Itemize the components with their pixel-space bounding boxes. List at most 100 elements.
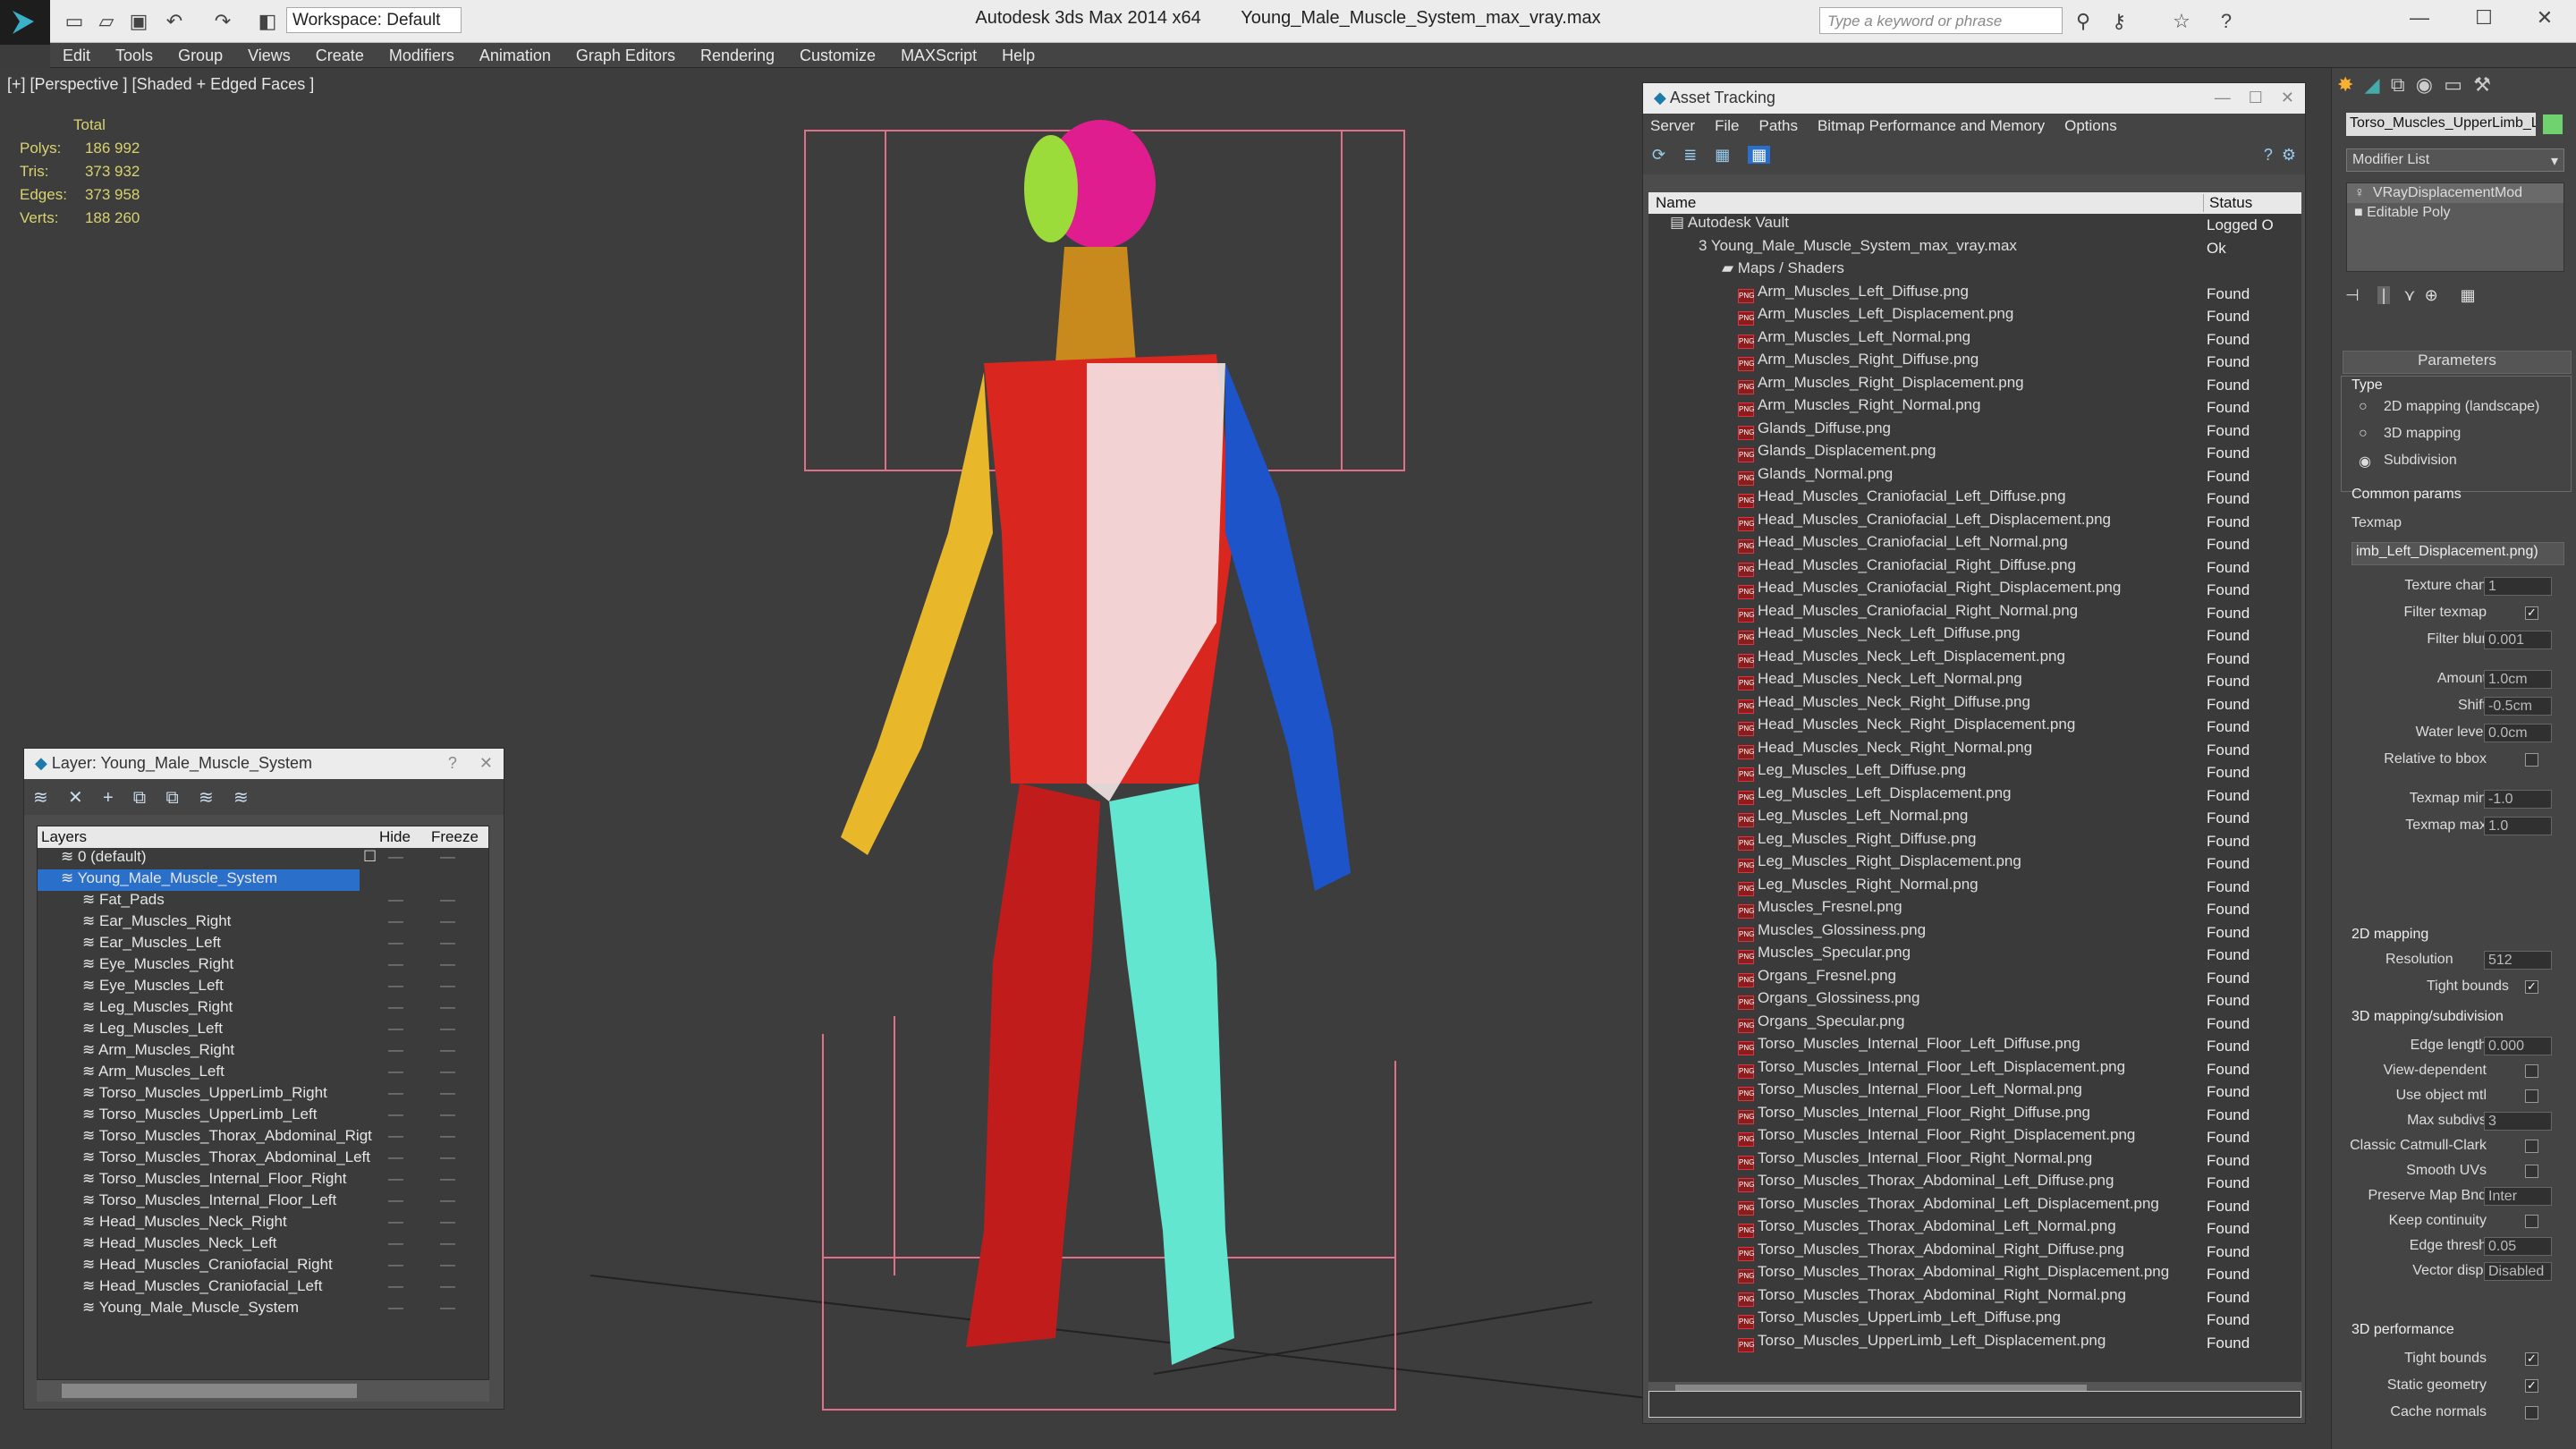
- asset-row[interactable]: PNG Organs_Glossiness.png Found: [1648, 989, 2301, 1013]
- motion-tab-icon[interactable]: ◉: [2416, 73, 2433, 96]
- freeze-toggle[interactable]: —: [440, 1234, 455, 1252]
- asset-row[interactable]: PNG Head_Muscles_Neck_Right_Displacement.…: [1648, 716, 2301, 739]
- maximize-icon[interactable]: ☐: [2470, 5, 2497, 30]
- hide-toggle[interactable]: —: [388, 1020, 403, 1038]
- asset-row[interactable]: PNG Glands_Diffuse.png Found: [1648, 419, 2301, 442]
- hide-toggle[interactable]: —: [388, 998, 403, 1016]
- freeze-toggle[interactable]: —: [440, 977, 455, 995]
- asset-row[interactable]: PNG Muscles_Specular.png Found: [1648, 944, 2301, 967]
- modifier-list-dropdown[interactable]: Modifier List ▾: [2346, 148, 2564, 172]
- resolution-spinner[interactable]: 512: [2484, 951, 2552, 970]
- asset-row[interactable]: PNG Head_Muscles_Neck_Left_Normal.png Foun…: [1648, 670, 2301, 693]
- freeze-toggle[interactable]: —: [440, 1256, 455, 1274]
- freeze-toggle[interactable]: —: [440, 1127, 455, 1145]
- asset-row[interactable]: PNG Head_Muscles_Craniofacial_Left_Diffus…: [1648, 487, 2301, 511]
- asset-row[interactable]: PNG Torso_Muscles_Thorax_Abdominal_Left_D…: [1648, 1195, 2301, 1217]
- asset-row[interactable]: PNG Arm_Muscles_Right_Displacement.png Fou…: [1648, 374, 2301, 396]
- hide-toggle[interactable]: —: [388, 1170, 403, 1188]
- freeze-toggle[interactable]: —: [440, 1277, 455, 1295]
- asset-menu-server[interactable]: Server: [1650, 117, 1695, 134]
- tight-bounds-checkbox[interactable]: ✓: [2525, 980, 2538, 994]
- param-spinner[interactable]: 1.0cm: [2484, 670, 2552, 689]
- freeze-toggle[interactable]: —: [440, 891, 455, 909]
- menu-create[interactable]: Create: [303, 47, 377, 65]
- close-icon[interactable]: ✕: [2531, 5, 2558, 30]
- asset-row[interactable]: PNG Torso_Muscles_Internal_Floor_Left_Dis…: [1648, 1058, 2301, 1080]
- layer-row[interactable]: ≋ Eye_Muscles_Left — —: [38, 977, 488, 998]
- hide-toggle[interactable]: —: [388, 1191, 403, 1209]
- freeze-toggle[interactable]: —: [440, 912, 455, 930]
- layer-row[interactable]: ≋ Torso_Muscles_Internal_Floor_Right — —: [38, 1170, 488, 1191]
- menu-help[interactable]: Help: [989, 47, 1047, 65]
- asset-row[interactable]: PNG Head_Muscles_Craniofacial_Right_Norma…: [1648, 602, 2301, 624]
- hide-toggle[interactable]: —: [388, 934, 403, 952]
- layer-row[interactable]: ≋ Ear_Muscles_Right — —: [38, 912, 488, 934]
- asset-menu-bitmap-performance-and-memory[interactable]: Bitmap Performance and Memory: [1818, 117, 2045, 134]
- layer-row[interactable]: ≋ Torso_Muscles_Thorax_Abdominal_Left — —: [38, 1148, 488, 1170]
- asset-row[interactable]: PNG Glands_Displacement.png Found: [1648, 442, 2301, 465]
- layer-row[interactable]: ≋ Leg_Muscles_Right — —: [38, 998, 488, 1020]
- freeze-toggle[interactable]: —: [440, 1148, 455, 1166]
- object-name-field[interactable]: Torso_Muscles_UpperLimb_Le: [2346, 113, 2536, 136]
- asset-row[interactable]: PNG Head_Muscles_Neck_Left_Displacement.p…: [1648, 648, 2301, 670]
- radio-type-option[interactable]: ○: [2359, 426, 2368, 442]
- param-spinner[interactable]: 0.000: [2484, 1037, 2552, 1055]
- create-tab-icon[interactable]: ✸: [2337, 73, 2353, 96]
- delete-layer-icon[interactable]: ✕: [68, 788, 83, 808]
- param-checkbox[interactable]: [2525, 1165, 2538, 1178]
- asset-row[interactable]: PNG Leg_Muscles_Right_Diffuse.png Found: [1648, 830, 2301, 852]
- param-checkbox[interactable]: ✓: [2525, 1352, 2538, 1366]
- asset-row[interactable]: PNG Organs_Specular.png Found: [1648, 1013, 2301, 1035]
- asset-row[interactable]: PNG Torso_Muscles_Thorax_Abdominal_Right_…: [1648, 1241, 2301, 1263]
- asset-row[interactable]: PNG Torso_Muscles_Internal_Floor_Right_No…: [1648, 1149, 2301, 1172]
- star-icon[interactable]: ☆: [2168, 9, 2195, 34]
- search-input[interactable]: Type a keyword or phrase: [1819, 7, 2063, 34]
- asset-menu-paths[interactable]: Paths: [1758, 117, 1797, 134]
- menu-customize[interactable]: Customize: [787, 47, 888, 65]
- menu-group[interactable]: Group: [165, 47, 235, 65]
- table-view-icon[interactable]: ▦: [1715, 146, 1730, 164]
- asset-row[interactable]: PNG Arm_Muscles_Left_Displacement.png Foun…: [1648, 305, 2301, 328]
- hide-toggle[interactable]: —: [388, 1041, 403, 1059]
- freeze-toggle[interactable]: —: [440, 998, 455, 1016]
- asset-row[interactable]: PNG Head_Muscles_Neck_Right_Diffuse.png Fo…: [1648, 693, 2301, 716]
- asset-row[interactable]: PNG Torso_Muscles_Internal_Floor_Left_Nor…: [1648, 1080, 2301, 1104]
- asset-row[interactable]: PNG Leg_Muscles_Right_Normal.png Found: [1648, 876, 2301, 898]
- param-spinner[interactable]: Inter: [2484, 1187, 2552, 1206]
- layer-row[interactable]: ≋ Head_Muscles_Craniofacial_Right — —: [38, 1256, 488, 1277]
- layer-row[interactable]: ≋ Arm_Muscles_Right — —: [38, 1041, 488, 1063]
- asset-row[interactable]: PNG Torso_Muscles_Internal_Floor_Right_Di…: [1648, 1104, 2301, 1126]
- layer-scrollbar[interactable]: [37, 1380, 489, 1402]
- param-spinner[interactable]: 1.0: [2484, 817, 2552, 835]
- hide-toggle[interactable]: —: [388, 891, 403, 909]
- menu-edit[interactable]: Edit: [50, 47, 103, 65]
- layer-row[interactable]: ≋ Torso_Muscles_Internal_Floor_Left — —: [38, 1191, 488, 1213]
- select-layer-icon[interactable]: ⧉: [133, 788, 146, 808]
- layer-row[interactable]: ≋ Head_Muscles_Neck_Right — —: [38, 1213, 488, 1234]
- asset-row[interactable]: PNG Head_Muscles_Craniofacial_Right_Displ…: [1648, 579, 2301, 602]
- menu-maxscript[interactable]: MAXScript: [888, 47, 989, 65]
- object-color-swatch[interactable]: [2543, 114, 2563, 134]
- asset-row[interactable]: PNG Head_Muscles_Neck_Left_Diffuse.png Fou…: [1648, 624, 2301, 648]
- param-spinner[interactable]: 0.0cm: [2484, 724, 2552, 742]
- add-layer-icon[interactable]: +: [103, 788, 114, 808]
- param-checkbox[interactable]: [2525, 1406, 2538, 1419]
- current-layer-icon[interactable]: ☐: [363, 848, 377, 866]
- freeze-toggle[interactable]: —: [440, 1170, 455, 1188]
- hide-toggle[interactable]: —: [388, 1256, 403, 1274]
- asset-row-vault[interactable]: ▤ Autodesk Vault Logged O: [1648, 214, 2301, 237]
- help-icon[interactable]: ? ⚙: [2264, 146, 2296, 165]
- layer-icon[interactable]: ≋: [33, 788, 48, 808]
- hide-toggle[interactable]: —: [388, 955, 403, 973]
- asset-row[interactable]: PNG Torso_Muscles_UpperLimb_Left_Diffuse.…: [1648, 1309, 2301, 1332]
- param-checkbox[interactable]: [2525, 1089, 2538, 1103]
- refresh-icon[interactable]: ⟳: [1652, 146, 1665, 164]
- freeze-toggle[interactable]: —: [440, 955, 455, 973]
- param-spinner[interactable]: 0.05: [2484, 1237, 2552, 1256]
- param-checkbox[interactable]: [2525, 1215, 2538, 1228]
- layer-row[interactable]: ≋ Young_Male_Muscle_System — —: [38, 1299, 488, 1320]
- asset-row[interactable]: PNG Head_Muscles_Craniofacial_Left_Normal…: [1648, 533, 2301, 556]
- display-tab-icon[interactable]: ▭: [2444, 73, 2462, 96]
- hide-toggle[interactable]: —: [388, 1213, 403, 1231]
- asset-row[interactable]: PNG Arm_Muscles_Left_Diffuse.png Found: [1648, 283, 2301, 305]
